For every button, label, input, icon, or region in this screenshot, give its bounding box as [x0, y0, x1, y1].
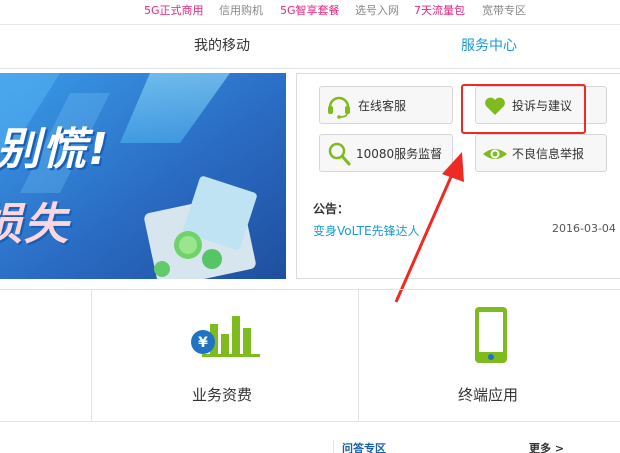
nav-item-5g-commercial[interactable]: 5G正式商用 [144, 4, 204, 18]
online-service-button[interactable]: 在线客服 [319, 86, 453, 124]
category-terminal-apps[interactable]: 终端应用 [359, 290, 620, 421]
yuan-bar-chart-icon: ¥ [191, 316, 260, 357]
nav-item-choose-number[interactable]: 选号入网 [355, 4, 399, 18]
nav-item-7day-data[interactable]: 7天流量包 [414, 4, 465, 18]
svg-text:¥: ¥ [198, 335, 208, 351]
qa-section-link[interactable]: 问答专区 [342, 440, 386, 453]
nav-item-credit-phone[interactable]: 信用购机 [219, 4, 263, 18]
category-business-fees-label: 业务资费 [192, 386, 253, 404]
tab-divider [0, 68, 620, 69]
bottom-divider [333, 440, 334, 453]
top-divider [0, 24, 620, 25]
category-business-fees[interactable]: ¥ 业务资费 [92, 290, 358, 421]
tab-service-center[interactable]: 服务中心 [461, 36, 517, 56]
headset-icon [328, 96, 350, 119]
nav-item-broadband[interactable]: 宽带专区 [482, 4, 526, 18]
report-bad-info-label: 不良信息举报 [512, 147, 585, 161]
nav-item-5g-plan[interactable]: 5G智享套餐 [280, 4, 340, 18]
notice-date: 2016-03-04 [552, 222, 616, 235]
banner-subline: 损失 [0, 199, 70, 250]
complaint-suggestion-button[interactable]: 投诉与建议 [475, 86, 607, 124]
banner-headline: 别慌! [0, 124, 111, 175]
top-nav: 5G正式商用 信用购机 5G智享套餐 选号入网 7天流量包 宽带专区 [0, 0, 620, 24]
category-terminal-apps-label: 终端应用 [458, 386, 519, 404]
report-bad-info-button[interactable]: 不良信息举报 [475, 134, 607, 172]
phone-icon [475, 307, 507, 363]
magnifier-icon [328, 142, 351, 166]
online-service-label: 在线客服 [358, 99, 407, 113]
promo-banner[interactable]: 别慌! 损失 [0, 73, 286, 279]
complaint-suggestion-label: 投诉与建议 [512, 99, 573, 113]
eye-icon [483, 149, 507, 159]
heart-icon [485, 97, 505, 115]
red-arrow-icon [394, 152, 464, 303]
notice-title: 公告： [313, 202, 350, 216]
more-link[interactable]: 更多 > [529, 440, 564, 453]
tab-my-mobile[interactable]: 我的移动 [194, 36, 250, 56]
category-divider-bottom [0, 421, 620, 422]
